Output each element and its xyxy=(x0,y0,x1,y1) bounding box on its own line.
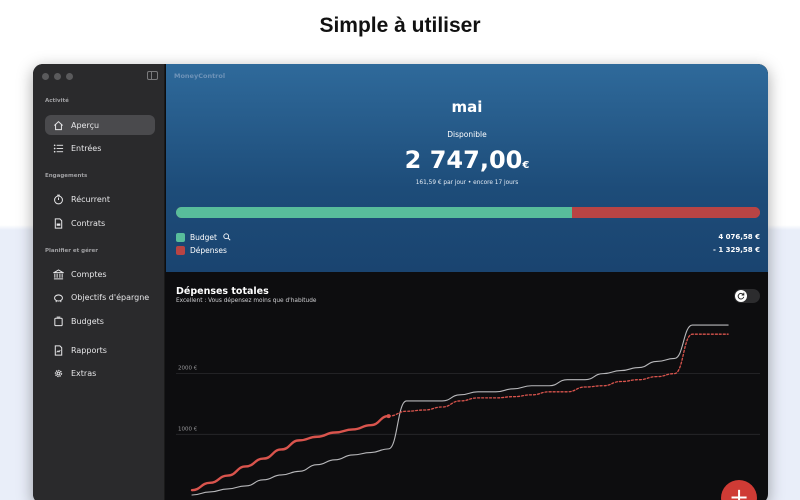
sidebar-item-label: Rapports xyxy=(71,345,107,355)
window-controls xyxy=(42,73,73,80)
zoom-window-button[interactable] xyxy=(66,73,73,80)
magnifier-icon[interactable] xyxy=(223,233,231,241)
document-icon xyxy=(54,217,63,229)
sidebar-item-label: Extras xyxy=(71,368,97,378)
close-window-button[interactable] xyxy=(42,73,49,80)
app-title: MoneyControl xyxy=(174,72,226,80)
bank-icon xyxy=(53,268,64,279)
per-day-info: 161,59 € par jour • encore 17 jours xyxy=(415,180,519,186)
series-line-solid-gray xyxy=(191,324,729,496)
legend-budget-label: Budget xyxy=(190,232,217,242)
list-icon xyxy=(53,143,64,153)
sidebar-item-label: Comptes xyxy=(71,269,107,279)
budget-bar-fill xyxy=(176,207,572,218)
sidebar-item-label: Entrées xyxy=(71,143,102,153)
budget-swatch xyxy=(176,232,185,242)
series-line-solid-red xyxy=(190,414,390,492)
series-line-dotted-red xyxy=(387,333,729,417)
sidebar-item-label: Aperçu xyxy=(71,120,100,130)
timer-icon xyxy=(54,194,63,204)
legend-budget-value: 4 076,58 € xyxy=(718,233,760,241)
legend-expenses[interactable]: Dépenses - 1 329,58 € xyxy=(176,244,760,256)
month-title[interactable]: mai xyxy=(166,98,768,116)
sidebar-item-label: Objectifs d'épargne xyxy=(71,292,150,302)
sidebar-item-rapports[interactable]: Rapports xyxy=(45,340,155,360)
report-icon xyxy=(54,344,63,356)
sidebar-toggle-icon[interactable] xyxy=(147,71,158,80)
sidebar-item-apercu[interactable]: Aperçu xyxy=(45,115,155,135)
available-label: Disponible xyxy=(447,130,487,139)
sidebar-item-label: Récurrent xyxy=(71,194,110,204)
refresh-icon xyxy=(737,292,745,300)
sidebar-item-comptes[interactable]: Comptes xyxy=(45,264,155,284)
wallet-icon xyxy=(54,316,63,326)
page-headline: Simple à utiliser xyxy=(319,14,481,37)
chart-toggle[interactable] xyxy=(734,289,760,303)
chart-subtitle: Excellent : Vous dépensez moins que d'ha… xyxy=(176,298,317,304)
summary-card: MoneyControl mai Disponible 2 747,00€ 16… xyxy=(166,64,768,272)
house-icon xyxy=(54,120,63,130)
y-tick-label: 1000 € xyxy=(178,426,198,432)
minimize-window-button[interactable] xyxy=(54,73,61,80)
legend-expenses-label: Dépenses xyxy=(190,245,227,255)
section-title-engagements: Engagements xyxy=(45,173,88,179)
sidebar-item-label: Budgets xyxy=(71,316,104,326)
piggy-bank-icon xyxy=(54,293,63,302)
sidebar: Activité Aperçu Entrées Engagements Récu… xyxy=(33,64,165,500)
sidebar-item-label: Contrats xyxy=(71,218,106,228)
expenses-bar-fill xyxy=(571,207,760,218)
amount-currency: € xyxy=(522,160,530,171)
sidebar-item-recurrent[interactable]: Récurrent xyxy=(45,189,155,209)
sidebar-item-objectifs-epargne[interactable]: Objectifs d'épargne xyxy=(45,287,155,307)
expenses-swatch xyxy=(176,245,185,255)
sidebar-item-budgets[interactable]: Budgets xyxy=(45,311,155,331)
y-tick-label: 2000 € xyxy=(178,366,198,372)
section-title-planifier: Planifier et gérer xyxy=(45,248,98,254)
amount-value: 2 747,00 xyxy=(404,146,523,174)
budget-progress-bar xyxy=(176,207,760,218)
sidebar-item-extras[interactable]: Extras xyxy=(45,363,155,383)
legend-budget[interactable]: Budget 4 076,58 € xyxy=(176,231,760,243)
app-window: Activité Aperçu Entrées Engagements Récu… xyxy=(33,64,768,500)
sidebar-item-contrats[interactable]: Contrats xyxy=(45,213,155,233)
legend-expenses-value: - 1 329,58 € xyxy=(713,246,760,254)
chart-toggle-knob xyxy=(735,290,747,302)
gear-icon xyxy=(54,369,63,377)
main-content: MoneyControl mai Disponible 2 747,00€ 16… xyxy=(166,64,768,500)
expenses-line-chart: 1000 € 2000 € xyxy=(176,324,760,496)
section-title-activite: Activité xyxy=(45,98,69,104)
chart-title: Dépenses totales xyxy=(176,286,269,297)
available-amount: 2 747,00€ xyxy=(166,146,768,174)
sidebar-item-entrees[interactable]: Entrées xyxy=(45,138,155,158)
